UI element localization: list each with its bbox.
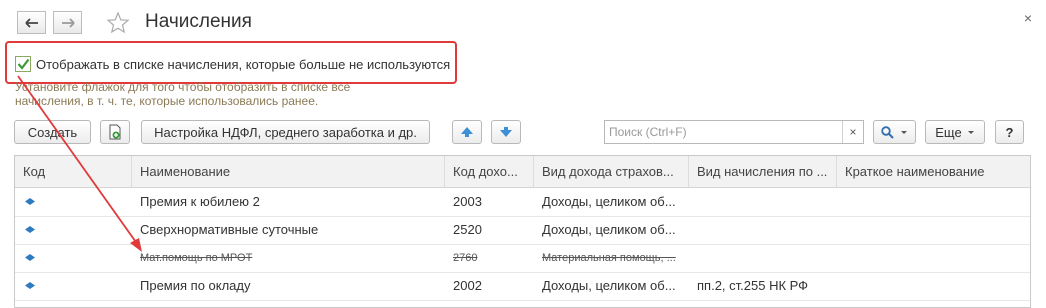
annotation-arrow: [17, 75, 142, 252]
